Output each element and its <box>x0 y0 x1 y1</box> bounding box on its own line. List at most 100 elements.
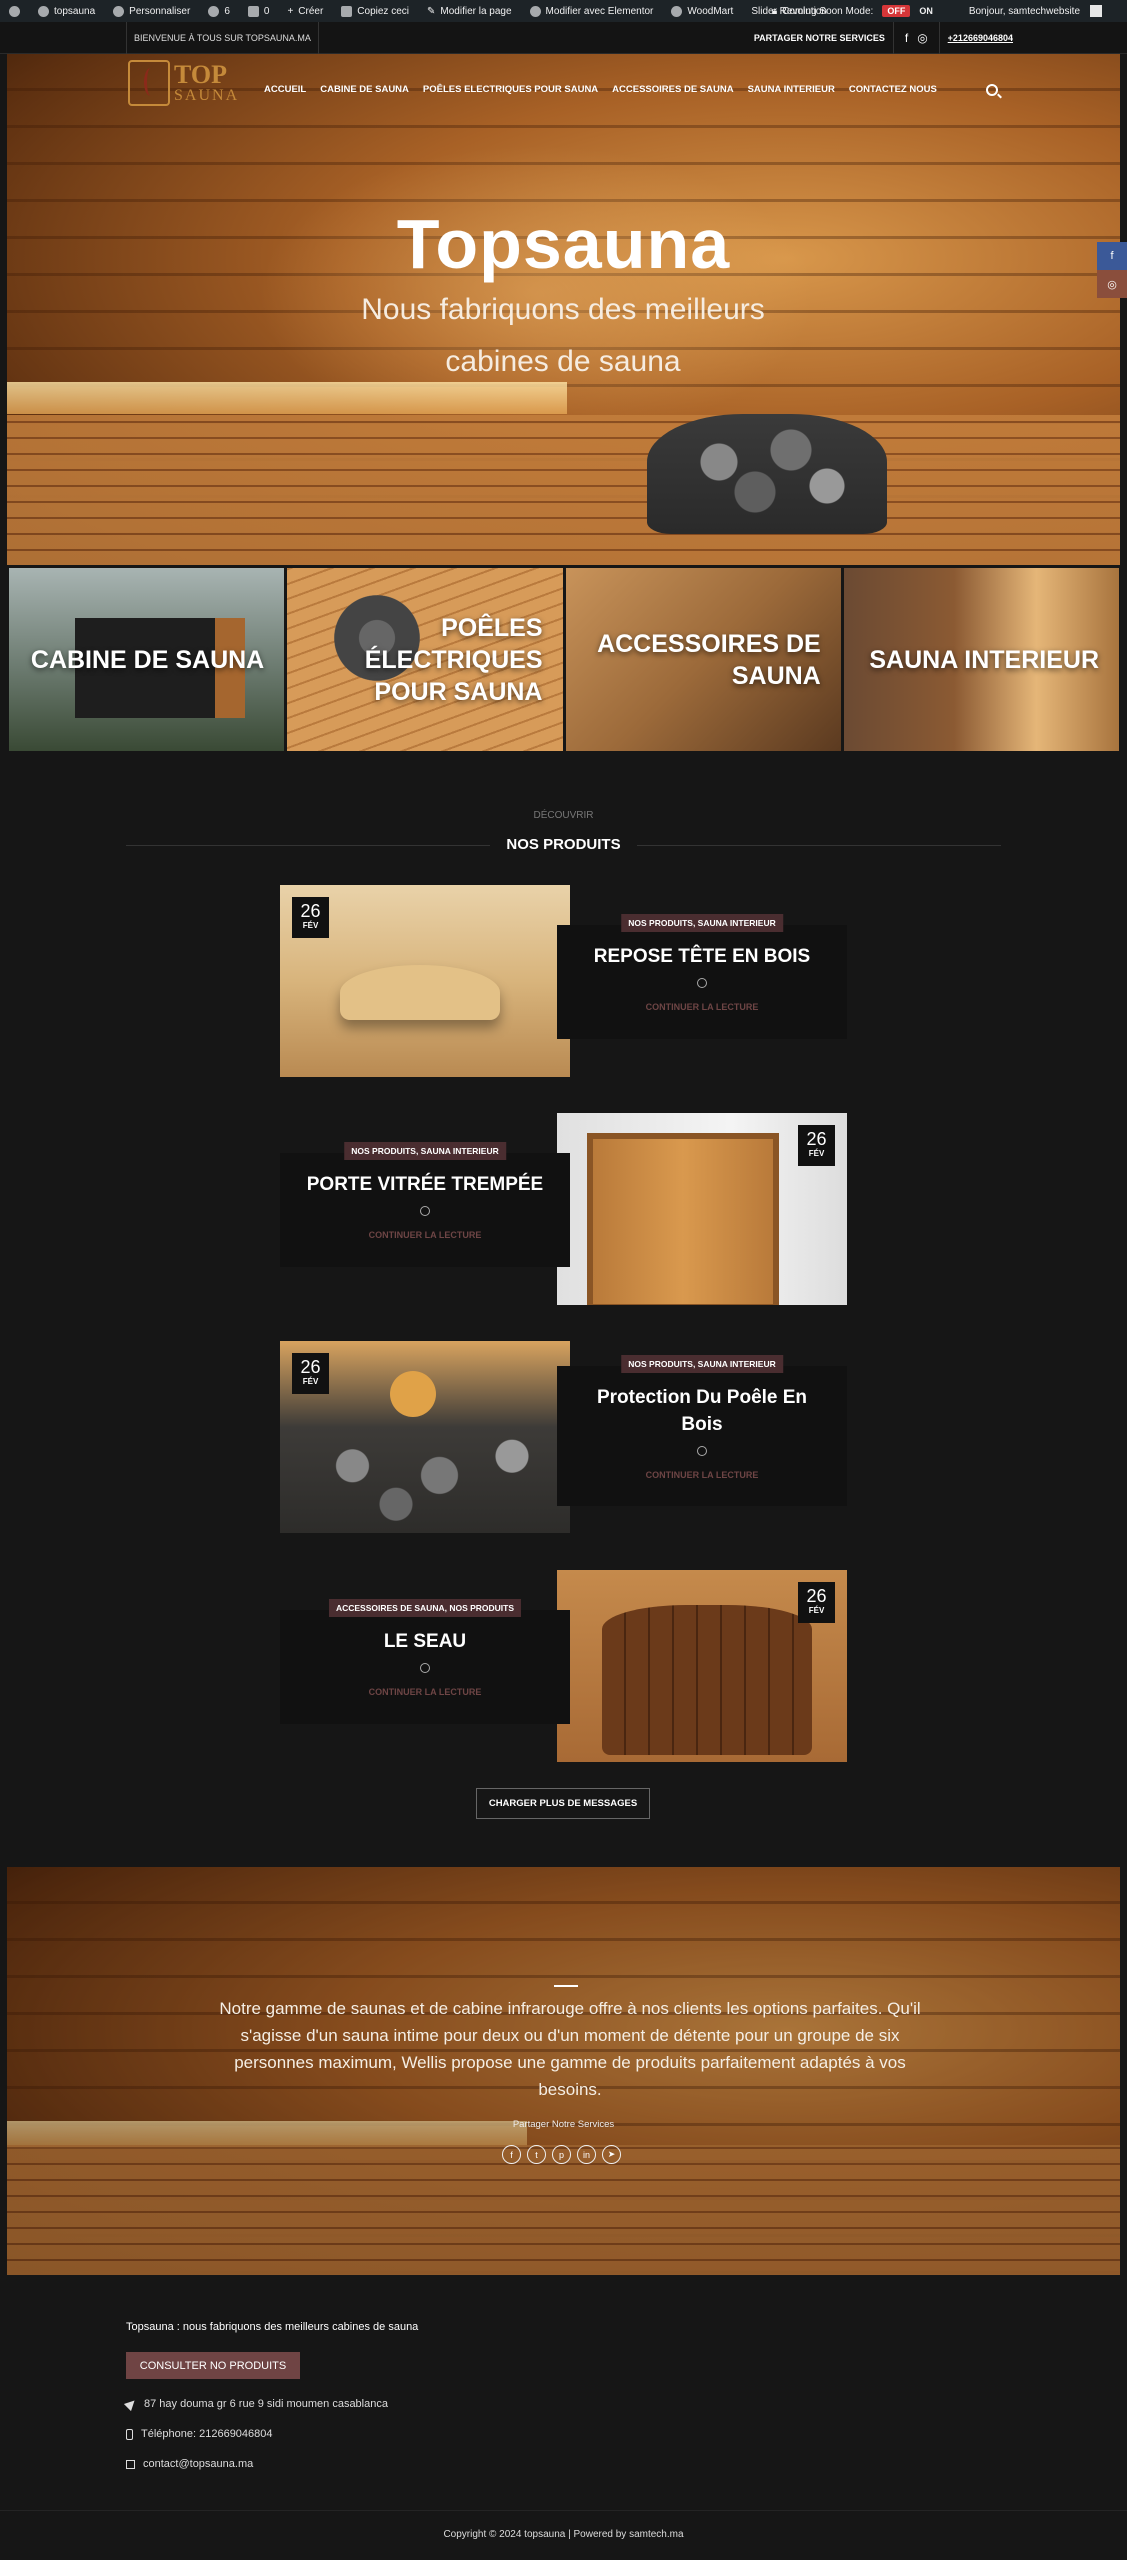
read-more-link[interactable]: CONTINUER LA LECTURE <box>280 1687 570 1697</box>
facebook-icon[interactable]: f <box>1097 242 1127 270</box>
share-icon[interactable] <box>420 1663 430 1673</box>
nav-item-poeles[interactable]: POÊLES ELECTRIQUES POUR SAUNA <box>423 84 598 95</box>
home-icon <box>38 5 49 17</box>
footer-email: contact@topsauna.ma <box>126 2458 253 2470</box>
divider <box>554 1985 578 1987</box>
nav-item-accessoires[interactable]: ACCESSOIRES DE SAUNA <box>612 84 733 95</box>
category-tiles: CABINE DE SAUNA POÊLES ÉLECTRIQUES POUR … <box>9 568 1119 751</box>
instagram-icon[interactable]: ◎ <box>917 31 927 45</box>
side-social-bar: f ◎ <box>1097 242 1127 298</box>
post-summary: NOS PRODUITS, SAUNA INTERIEUR REPOSE TÊT… <box>557 914 847 1039</box>
refresh-icon <box>208 5 220 17</box>
welcome-text: BIENVENUE À TOUS SUR TOPSAUNA.MA <box>126 22 319 54</box>
lock-icon: 🔒︎ <box>771 5 778 17</box>
admin-new-content[interactable]: + Créer <box>278 0 332 22</box>
post-date: 26 FÉV <box>292 1353 329 1394</box>
copyright: Copyright © 2024 topsauna | Powered by s… <box>443 2529 684 2540</box>
admin-elementor[interactable]: Modifier avec Elementor <box>521 0 663 22</box>
twitter-icon[interactable]: t <box>527 2145 546 2164</box>
hero-subtitle: Nous fabriquons des meilleurs cabines de… <box>361 293 765 378</box>
category-tile-accessoires[interactable]: ACCESSOIRES DE SAUNA <box>565 568 841 751</box>
elementor-icon <box>529 5 541 17</box>
post-title[interactable]: REPOSE TÊTE EN BOIS <box>557 943 847 970</box>
share-icon[interactable] <box>697 1446 707 1456</box>
wordpress-icon <box>9 5 20 17</box>
sauna-stones-image <box>647 414 887 534</box>
admin-site-name[interactable]: topsauna <box>29 0 104 22</box>
instagram-icon[interactable]: ◎ <box>1097 270 1127 298</box>
off-badge: OFF <box>882 5 911 17</box>
footer-address: 87 hay douma gr 6 rue 9 sidi moumen casa… <box>123 2396 388 2412</box>
post-title[interactable]: Protection Du Poêle En Bois <box>557 1384 847 1438</box>
post-date: 26 FÉV <box>798 1125 835 1166</box>
post-card: 26 FÉV NOS PRODUITS, SAUNA INTERIEUR Prot… <box>280 1341 847 1533</box>
coming-soon-toggle[interactable]: 🔒︎ Coming Soon Mode: OFF ON <box>763 0 960 22</box>
admin-duplicate[interactable]: Copiez ceci <box>332 0 418 22</box>
facebook-icon[interactable]: f <box>502 2145 521 2164</box>
post-card: 26 FÉV ACCESSOIRES DE SAUNA, NOS PRODUITS… <box>280 1570 847 1762</box>
admin-updates[interactable]: 6 <box>199 0 239 22</box>
nav-item-accueil[interactable]: ACCUEIL <box>264 84 306 95</box>
admin-customize[interactable]: Personnaliser <box>104 0 199 22</box>
post-title[interactable]: PORTE VITRÉE TREMPÉE <box>280 1171 570 1198</box>
woodmart-icon <box>671 5 683 17</box>
divider <box>0 2510 1127 2511</box>
envelope-icon <box>126 2459 135 2469</box>
brush-icon <box>113 5 125 17</box>
nav-item-contact[interactable]: CONTACTEZ NOUS <box>849 84 937 95</box>
pinterest-icon[interactable]: p <box>552 2145 571 2164</box>
admin-edit-page[interactable]: ✎ Modifier la page <box>418 0 521 22</box>
site-logo[interactable]: TOP SAUNA <box>128 60 239 106</box>
footer-phone: Téléphone: 212669046804 <box>126 2428 273 2440</box>
post-card: 26 FÉV NOS PRODUITS, SAUNA INTERIEUR PORT… <box>280 1113 847 1305</box>
copy-icon <box>341 5 353 17</box>
consult-products-button[interactable]: CONSULTER NO PRODUITS <box>126 2352 300 2379</box>
nav-item-sauna-interieur[interactable]: SAUNA INTERIEUR <box>748 84 835 95</box>
post-summary: NOS PRODUITS, SAUNA INTERIEUR PORTE VITR… <box>280 1142 570 1267</box>
post-summary: ACCESSOIRES DE SAUNA, NOS PRODUITS LE SE… <box>280 1599 570 1724</box>
share-icon[interactable] <box>420 1206 430 1216</box>
category-tile-cabine[interactable]: CABINE DE SAUNA <box>9 568 285 751</box>
section-subtitle: DÉCOUVRIR <box>533 810 594 821</box>
comment-icon <box>247 5 259 17</box>
plus-icon: + <box>287 5 294 17</box>
read-more-link[interactable]: CONTINUER LA LECTURE <box>557 1002 847 1012</box>
section-title: NOS PRODUITS <box>490 836 637 853</box>
post-date: 26 FÉV <box>292 897 329 938</box>
avatar <box>1090 5 1102 17</box>
banner-share-icons: f t p in ➤ <box>502 2145 621 2164</box>
read-more-link[interactable]: CONTINUER LA LECTURE <box>280 1230 570 1240</box>
linkedin-icon[interactable]: in <box>577 2145 596 2164</box>
post-summary: NOS PRODUITS, SAUNA INTERIEUR Protection… <box>557 1355 847 1506</box>
phone-link[interactable]: +212669046804 <box>940 33 1013 43</box>
admin-bar: topsauna Personnaliser 6 0 + Créer Copiez… <box>0 0 1127 22</box>
share-services-label: PARTAGER NOTRE SERVICES <box>754 22 894 54</box>
load-more-button[interactable]: CHARGER PLUS DE MESSAGES <box>476 1788 650 1819</box>
post-category-badge[interactable]: ACCESSOIRES DE SAUNA, NOS PRODUITS <box>328 1599 522 1617</box>
post-date: 26 FÉV <box>798 1582 835 1623</box>
hero-title: Topsauna <box>396 205 731 283</box>
read-more-link[interactable]: CONTINUER LA LECTURE <box>557 1470 847 1480</box>
post-category-badge[interactable]: NOS PRODUITS, SAUNA INTERIEUR <box>344 1142 506 1160</box>
location-icon <box>123 2396 139 2412</box>
banner-text: Notre gamme de saunas et de cabine infra… <box>219 1999 921 2099</box>
post-title[interactable]: LE SEAU <box>280 1628 570 1655</box>
post-category-badge[interactable]: NOS PRODUITS, SAUNA INTERIEUR <box>621 914 783 932</box>
search-icon[interactable] <box>986 84 998 96</box>
facebook-icon[interactable]: f <box>905 31 908 45</box>
on-label: ON <box>919 6 933 16</box>
promo-banner: Notre gamme de saunas et de cabine infra… <box>7 1867 1120 2275</box>
post-category-badge[interactable]: NOS PRODUITS, SAUNA INTERIEUR <box>621 1355 783 1373</box>
admin-woodmart[interactable]: WoodMart <box>662 0 742 22</box>
category-tile-poeles[interactable]: POÊLES ÉLECTRIQUES POUR SAUNA <box>287 568 563 751</box>
category-tile-sauna-interieur[interactable]: SAUNA INTERIEUR <box>843 568 1119 751</box>
admin-account[interactable]: Bonjour, samtechwebsite <box>960 0 1111 22</box>
pencil-icon: ✎ <box>427 5 436 17</box>
share-icon[interactable] <box>697 978 707 988</box>
admin-comments[interactable]: 0 <box>239 0 279 22</box>
telegram-icon[interactable]: ➤ <box>602 2145 621 2164</box>
logo-mark-icon <box>128 60 170 106</box>
nav-item-cabine[interactable]: CABINE DE SAUNA <box>320 84 409 95</box>
wordpress-logo-menu[interactable] <box>0 0 29 22</box>
banner-share-label: Partager Notre Services <box>512 2119 615 2130</box>
